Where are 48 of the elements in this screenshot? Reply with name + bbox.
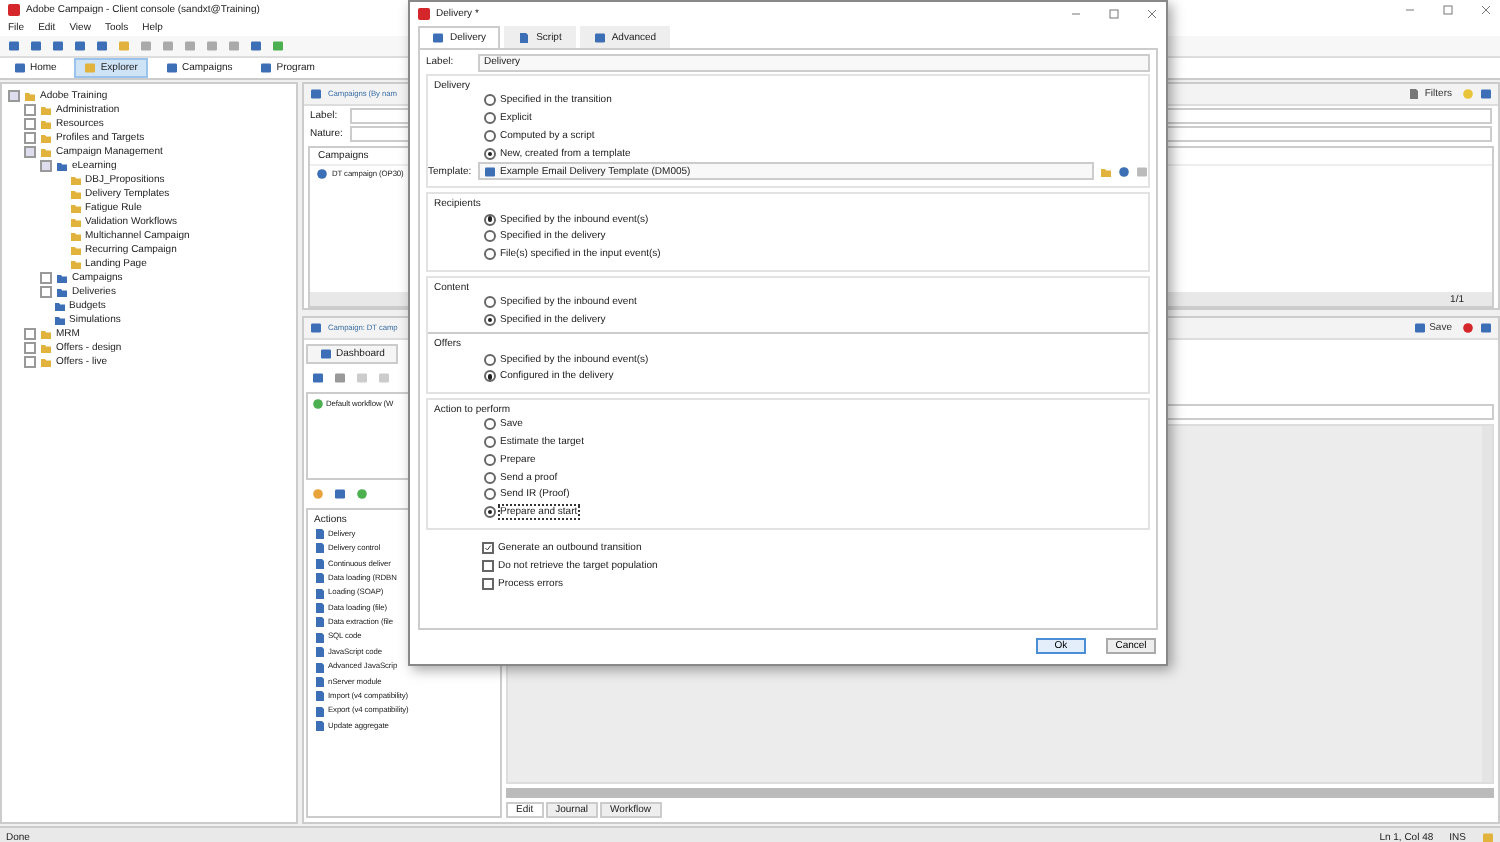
radio-button[interactable]	[484, 353, 496, 366]
radio-button[interactable]	[484, 230, 496, 243]
radio-button[interactable]	[484, 435, 496, 448]
folder-icon	[1100, 165, 1112, 178]
expand-toggle[interactable]	[40, 285, 52, 297]
radio-button[interactable]	[484, 488, 496, 501]
radio-button[interactable]	[484, 248, 496, 261]
expand-toggle[interactable]	[24, 103, 36, 115]
expand-toggle[interactable]	[40, 271, 52, 283]
app-icon	[8, 3, 20, 15]
expand-toggle[interactable]	[24, 117, 36, 129]
radio-button[interactable]	[484, 313, 496, 326]
app-icon	[418, 8, 430, 20]
radio-button[interactable]	[484, 471, 496, 484]
radio-button[interactable]	[484, 418, 496, 431]
tab-icon	[432, 32, 444, 44]
radio-button[interactable]	[484, 112, 496, 125]
radio-button[interactable]	[484, 453, 496, 466]
close-icon[interactable]	[1146, 8, 1158, 20]
collapse-toggle[interactable]	[24, 145, 36, 157]
expand-toggle[interactable]	[24, 327, 36, 339]
checkbox[interactable]	[482, 577, 494, 590]
radio-button[interactable]	[484, 129, 496, 142]
close-icon[interactable]	[1480, 3, 1492, 15]
expand-toggle[interactable]	[24, 341, 36, 353]
scrollbar[interactable]	[506, 788, 1494, 798]
radio-button[interactable]	[484, 370, 496, 383]
maximize-icon[interactable]	[1108, 8, 1120, 20]
radio-button[interactable]	[484, 147, 496, 160]
tab-icon	[320, 348, 332, 360]
scrollbar[interactable]	[1482, 426, 1492, 782]
expand-toggle[interactable]	[24, 355, 36, 367]
tab-icon	[518, 32, 531, 44]
tab-icon	[84, 62, 97, 74]
collapse-toggle[interactable]	[8, 89, 20, 101]
radio-button[interactable]	[484, 94, 496, 107]
expand-toggle[interactable]	[24, 131, 36, 143]
checkbox[interactable]	[482, 541, 494, 554]
tab-icon	[260, 62, 273, 74]
tab-icon	[14, 62, 26, 74]
radio-button[interactable]	[484, 213, 496, 226]
maximize-icon[interactable]	[1442, 3, 1454, 15]
tab-icon	[593, 32, 606, 44]
radio-button[interactable]	[484, 506, 496, 519]
checkbox[interactable]	[482, 559, 494, 572]
tab-icon	[165, 62, 178, 74]
collapse-toggle[interactable]	[40, 159, 52, 171]
radio-button[interactable]	[484, 295, 496, 308]
